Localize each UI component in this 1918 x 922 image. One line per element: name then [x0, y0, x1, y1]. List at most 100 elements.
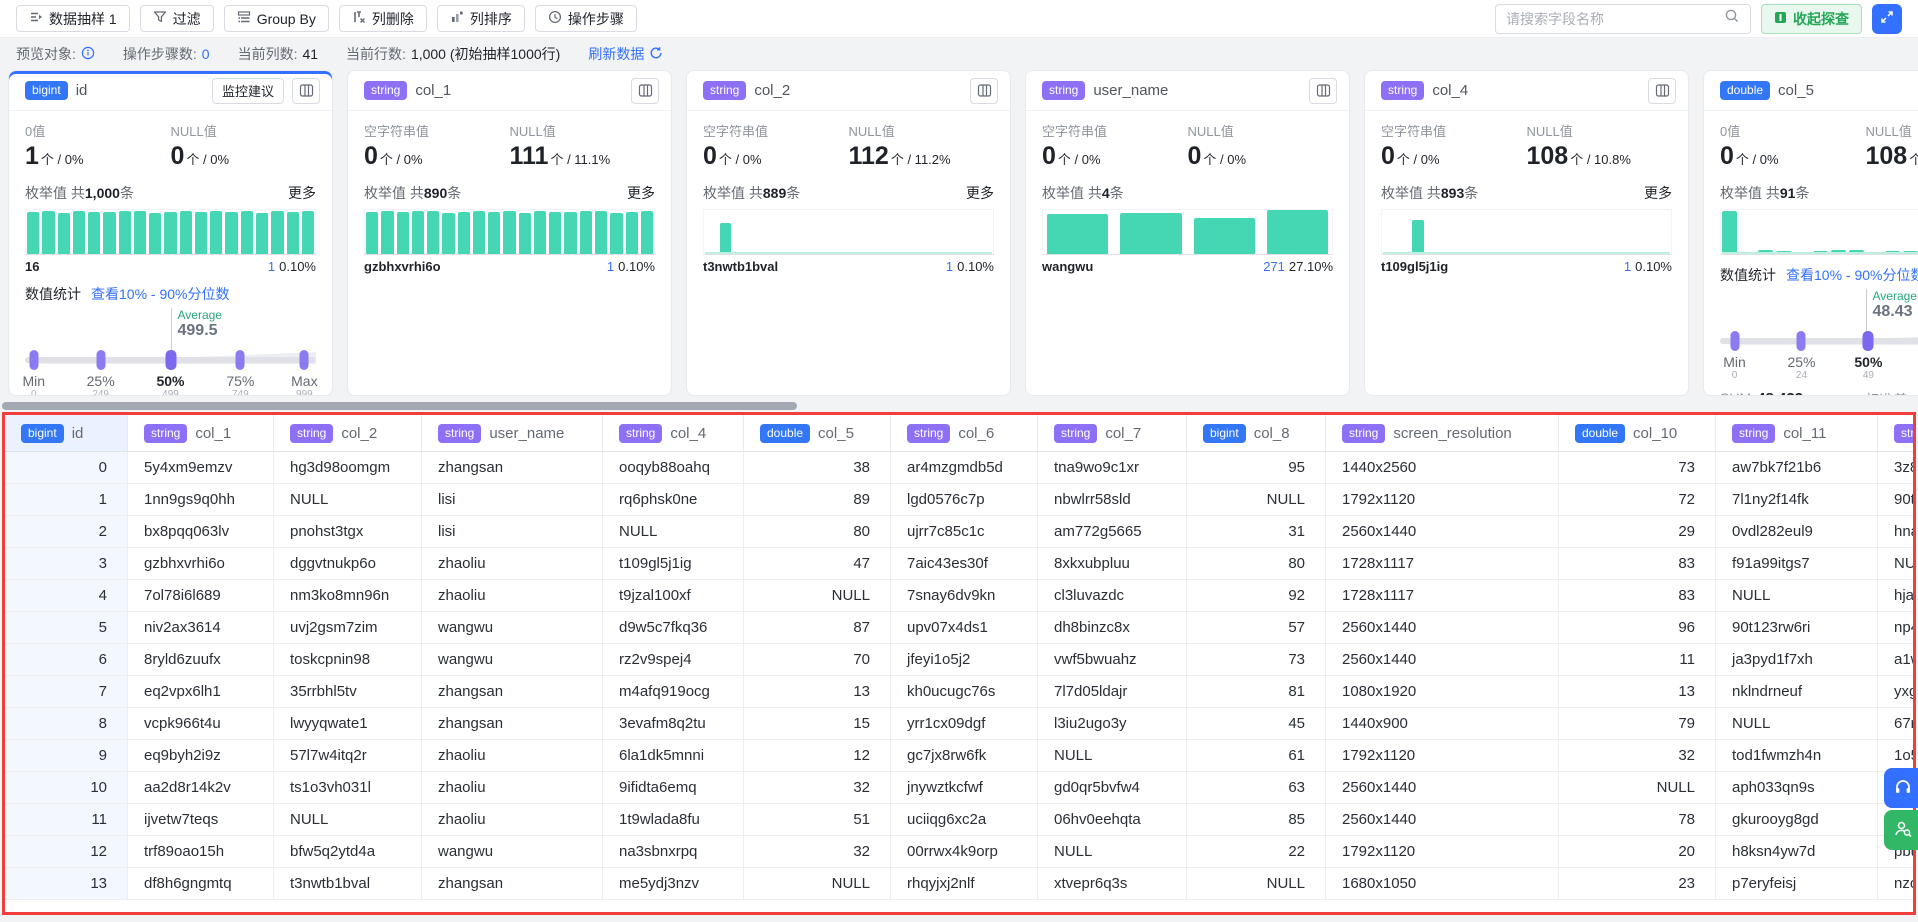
user-search-button[interactable] — [1884, 810, 1918, 850]
field-search-input[interactable] — [1506, 11, 1724, 27]
filter-button[interactable]: 过滤 — [140, 5, 214, 32]
slider-handle-25%[interactable] — [96, 350, 105, 370]
slider-handle-Min[interactable] — [1730, 331, 1739, 351]
average-label: Average — [178, 308, 222, 322]
stat-suffix: 个 / 0% — [1203, 152, 1246, 167]
column-view-icon[interactable] — [631, 78, 659, 104]
refresh-data-link[interactable]: 刷新数据 — [588, 44, 663, 64]
table-cell: 13 — [744, 676, 891, 708]
more-link[interactable]: 更多 — [627, 183, 655, 203]
column-view-icon[interactable] — [1648, 78, 1676, 104]
enum-count-row: 枚举值 共91条 — [1720, 183, 1918, 203]
table-cell: ts1o3vh031l — [274, 772, 422, 804]
field-search-box[interactable] — [1495, 4, 1751, 34]
table-cell: 78 — [1559, 804, 1716, 836]
table-cell: 11 — [5, 804, 128, 836]
table-cell: zhaoliu — [422, 548, 603, 580]
stat-block: NULL值108个 / 10.8% — [1866, 121, 1918, 171]
info-icon[interactable] — [81, 46, 95, 63]
header-column-name: col_5 — [818, 425, 854, 442]
histogram-bar — [488, 212, 500, 254]
table-row-11: 11ijvetw7teqsNULLzhaoliu1t9wlada8fu51uci… — [5, 804, 1913, 836]
type-badge: string — [1342, 424, 1385, 443]
table-cell: 73 — [1187, 644, 1326, 676]
slider-handle-50%[interactable] — [1863, 331, 1874, 351]
table-cell: d9w5c7fkq36 — [603, 612, 744, 644]
table-header-col_2[interactable]: stringcol_2 — [274, 415, 422, 452]
column-sort-button[interactable]: 列排序 — [437, 5, 525, 32]
more-link[interactable]: 更多 — [966, 183, 994, 203]
table-header-id[interactable]: bigintid — [5, 415, 128, 452]
monitor-advice-button[interactable]: 监控建议 — [212, 78, 284, 104]
type-badge: bigint — [21, 424, 64, 443]
card-header: stringuser_name — [1026, 71, 1349, 111]
column-delete-button[interactable]: 列删除 — [339, 5, 427, 32]
average-zone: Average48.43 — [1720, 287, 1918, 331]
histogram-bar — [271, 211, 283, 254]
card-column-name: id — [76, 82, 204, 99]
card-stats: 0值1个 / 0%NULL值0个 / 0% — [25, 121, 316, 171]
table-header-col_10[interactable]: doublecol_10 — [1559, 415, 1716, 452]
table-empty-row — [5, 900, 1913, 912]
slider-handle-75%[interactable] — [236, 350, 245, 370]
collapse-explore-button[interactable]: 收起探查 — [1761, 4, 1862, 34]
table-cell: 3z8y5 — [1878, 452, 1916, 484]
table-cell: vcpk966t4u — [128, 708, 274, 740]
table-header-col_7[interactable]: stringcol_7 — [1038, 415, 1187, 452]
enum-count-text: 枚举值 共4条 — [1042, 183, 1124, 203]
histogram-labels: gzbhxvrhi6o10.10% — [364, 259, 655, 274]
support-headset-button[interactable] — [1884, 768, 1918, 808]
stat-value: 0个 / 0% — [171, 142, 317, 171]
table-cell: 51 — [744, 804, 891, 836]
table-cell: 85 — [1187, 804, 1326, 836]
operation-steps-button[interactable]: 操作步骤 — [535, 5, 637, 32]
table-header-col_6[interactable]: stringcol_6 — [891, 415, 1038, 452]
table-header-screen_resolution[interactable]: stringscreen_resolution — [1326, 415, 1559, 452]
slider-handle-50%[interactable] — [165, 350, 176, 370]
table-header-cut[interactable]: string — [1878, 415, 1916, 452]
type-badge: string — [144, 424, 187, 443]
horizontal-scrollbar-thumb[interactable] — [2, 402, 797, 410]
table-cell: 32 — [1559, 740, 1716, 772]
data-sample-button[interactable]: 数据抽样 1 — [16, 5, 130, 32]
percentile-mark-50%: 50%49 — [1854, 354, 1882, 381]
more-link[interactable]: 更多 — [288, 183, 316, 203]
table-cell: 2560x1440 — [1326, 804, 1559, 836]
table-row-9: 9eq9byh2i9z57l7w4itq2rzhaoliu6la1dk5mnni… — [5, 740, 1913, 772]
search-icon[interactable] — [1724, 8, 1740, 29]
table-cell: 12 — [744, 740, 891, 772]
histogram-count-number: 271 — [1263, 259, 1285, 274]
column-card-col_5: doublecol_50值0个 / 0%NULL值108个 / 10.8%枚举值… — [1703, 70, 1918, 396]
table-cell: 8 — [5, 708, 128, 740]
table-header-col_4[interactable]: stringcol_4 — [603, 415, 744, 452]
group-by-button[interactable]: Group By — [224, 5, 329, 32]
sample-icon — [29, 10, 43, 27]
table-body: 05y4xm9emzvhg3d98oomgmzhangsanooqyb88oah… — [5, 452, 1913, 900]
slider-handle-25%[interactable] — [1797, 331, 1806, 351]
mark-label: 25% — [1787, 354, 1815, 370]
table-cell: NULL — [603, 516, 744, 548]
card-body: 空字符串值0个 / 0%NULL值108个 / 10.8%枚举值 共893条更多… — [1365, 111, 1688, 274]
table-header-col_8[interactable]: bigintcol_8 — [1187, 415, 1326, 452]
table-header-col_5[interactable]: doublecol_5 — [744, 415, 891, 452]
percentile-link[interactable]: 查看10% - 90%分位数 — [1786, 265, 1918, 285]
column-view-icon[interactable] — [970, 78, 998, 104]
mark-value: 0 — [22, 389, 45, 396]
table-header-user_name[interactable]: stringuser_name — [422, 415, 603, 452]
percentile-link[interactable]: 查看10% - 90%分位数 — [91, 284, 229, 304]
slider-handle-Min[interactable] — [29, 350, 38, 370]
slider-handle-Max[interactable] — [300, 350, 309, 370]
column-view-icon[interactable] — [292, 78, 320, 104]
stat-suffix: 个 / 11.2% — [891, 152, 951, 167]
more-link[interactable]: 更多 — [1644, 183, 1672, 203]
table-cell: t3nwtb1bval — [274, 868, 422, 900]
column-view-icon[interactable] — [1309, 78, 1337, 104]
stat-block: 0值0个 / 0% — [1720, 121, 1866, 171]
table-header-col_11[interactable]: stringcol_11 — [1716, 415, 1878, 452]
mark-label: Min — [22, 373, 45, 389]
table-cell: 9ifidta6emq — [603, 772, 744, 804]
expand-button[interactable] — [1872, 4, 1902, 34]
percentile-mark-50%: 50%499 — [156, 373, 184, 396]
table-cell: 1792x1120 — [1326, 740, 1559, 772]
table-header-col_1[interactable]: stringcol_1 — [128, 415, 274, 452]
